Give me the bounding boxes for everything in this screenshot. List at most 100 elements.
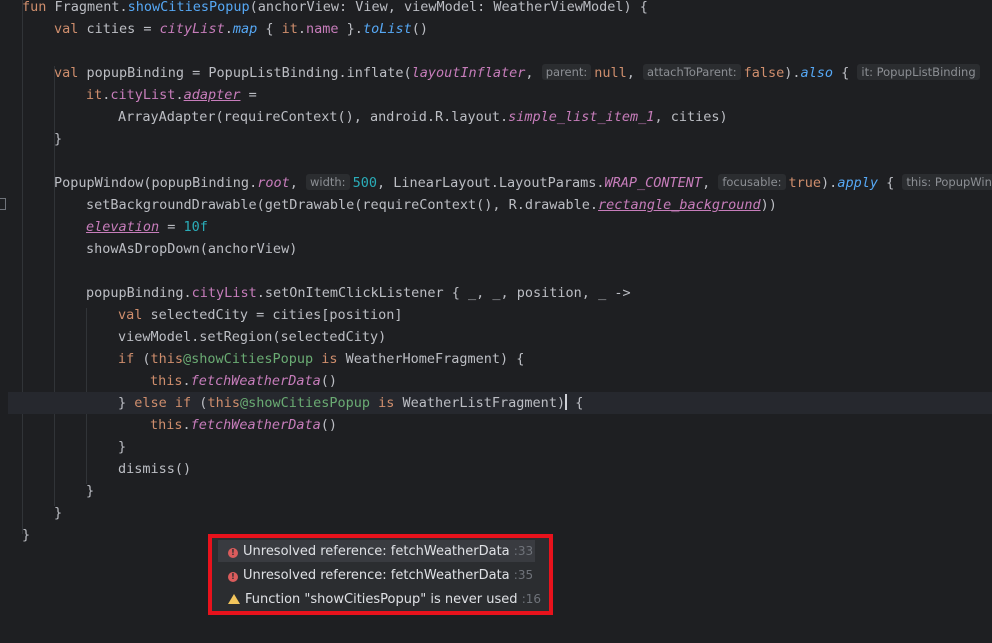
code-line: dismiss() [8,458,992,480]
code-line: val popupBinding = PopupListBinding.infl… [8,62,992,84]
code-line: popupBinding.cityList.setOnItemClickList… [8,282,992,304]
code-line: } [8,502,992,524]
gutter-marker-icon[interactable] [0,198,6,210]
code-line: setBackgroundDrawable(getDrawable(requir… [8,194,992,216]
code-token: , LinearLayout.LayoutParams. [376,175,605,191]
code-token: WRAP_CONTENT [604,175,703,191]
code-line: showAsDropDown(anchorView) [8,238,992,260]
code-token: 10f [183,219,208,235]
code-token: () [411,21,428,37]
inlay-hint: parent: [541,64,592,80]
code-line: it.cityList.adapter = [8,84,992,106]
code-token: { [877,175,903,191]
inlay-hint: it: PopupListBinding [857,64,980,80]
code-token: cityList [110,87,176,103]
code-token: val [54,21,87,37]
code-token: it [281,21,298,37]
code-token: . [182,417,191,433]
code-token: also [800,65,833,81]
problem-message: Unresolved reference: fetchWeatherData [243,544,510,559]
code-line: if (this@showCitiesPopup is WeatherHomeF… [8,348,992,370]
code-token: popupBinding. [86,285,192,301]
code-token: ArrayAdapter(requireContext(), android.R… [118,109,509,125]
code-line: } [8,128,992,150]
code-token: apply [837,175,878,191]
code-token: } [22,527,31,543]
code-token: if [118,351,143,367]
code-token: WeatherHomeFragment) { [345,351,525,367]
code-token: Fragment. [54,0,128,15]
code-token: is [370,395,403,411]
code-token: , [626,65,644,81]
code-token: , cities) [654,109,728,125]
code-token: cities = [86,21,160,37]
function-name: showCitiesPopup [127,0,250,15]
code-token: ( [142,351,151,367]
code-token: }. [338,21,363,37]
code-token: this [150,351,184,367]
error-icon: ! [228,548,238,558]
code-token: cityList [191,285,257,301]
code-line: } [8,480,992,502]
problem-item[interactable]: ! Unresolved reference: fetchWeatherData … [218,564,535,586]
code-token: () [320,417,337,433]
code-token: map [232,21,258,37]
code-token: rectangle_background [598,197,761,213]
code-token: = [240,87,257,103]
problem-message: Unresolved reference: fetchWeatherData [243,568,510,583]
inlay-hint: width: [305,174,350,190]
code-line: elevation = 10f [8,216,992,238]
code-token: toList [362,21,412,37]
code-token: . [182,373,191,389]
code-token: it [86,87,103,103]
inlay-hint: attachToParent: [643,64,741,80]
code-token: } [54,131,63,147]
code-token: val [118,307,151,323]
code-token: { [833,65,858,81]
code-token: { [567,395,584,411]
code-token: showAsDropDown(anchorView) [86,241,298,257]
code-line: this.fetchWeatherData() [8,414,992,436]
unresolved-reference: fetchWeatherData [190,373,321,389]
code-token: this [150,417,183,433]
code-token: @showCitiesPopup [183,351,314,367]
inlay-hint: this: PopupWindow [902,174,992,190]
editor-gutter [0,0,8,643]
code-token: } [118,395,135,411]
code-line-current: } else if (this@showCitiesPopup is Weath… [8,392,992,414]
code-token: setBackgroundDrawable(getDrawable(requir… [86,197,599,213]
code-line: } [8,436,992,458]
code-token: = [159,219,184,235]
code-token: dismiss() [118,461,192,477]
error-icon: ! [228,572,238,582]
code-token: val [54,65,87,81]
inlay-hint: focusable: [718,174,786,190]
code-token: 500 [352,175,377,191]
code-token: null [594,65,627,81]
code-token: } [54,505,63,521]
code-token: popupBinding = PopupListBinding.inflate( [86,65,412,81]
code-line: ArrayAdapter(requireContext(), android.R… [8,106,992,128]
code-token: cityList [159,21,225,37]
code-token: name [306,21,339,37]
problem-line-number: :16 [521,592,541,606]
code-token: { [257,21,282,37]
code-token: () [320,373,337,389]
code-token: .setOnItemClickListener { _, _, position… [256,285,631,301]
code-token: adapter [183,87,241,103]
code-token: false [743,65,785,81]
code-token: , [289,175,306,191]
code-token: )) [760,197,777,213]
code-token: ). [821,175,838,191]
code-token: } [118,439,127,455]
code-token: . [224,21,233,37]
problem-line-number: :33 [513,544,534,558]
code-token: true [788,175,822,191]
code-token: elevation [86,219,160,235]
problem-item[interactable]: Function "showCitiesPopup" is never used… [218,588,541,610]
code-token: (anchorView: View, viewModel: WeatherVie… [249,0,648,15]
problem-item[interactable]: ! Unresolved reference: fetchWeatherData … [218,540,535,562]
problems-popup: ! Unresolved reference: fetchWeatherData … [208,534,553,615]
code-token: @showCitiesPopup [239,395,370,411]
code-line: viewModel.setRegion(selectedCity) [8,326,992,348]
